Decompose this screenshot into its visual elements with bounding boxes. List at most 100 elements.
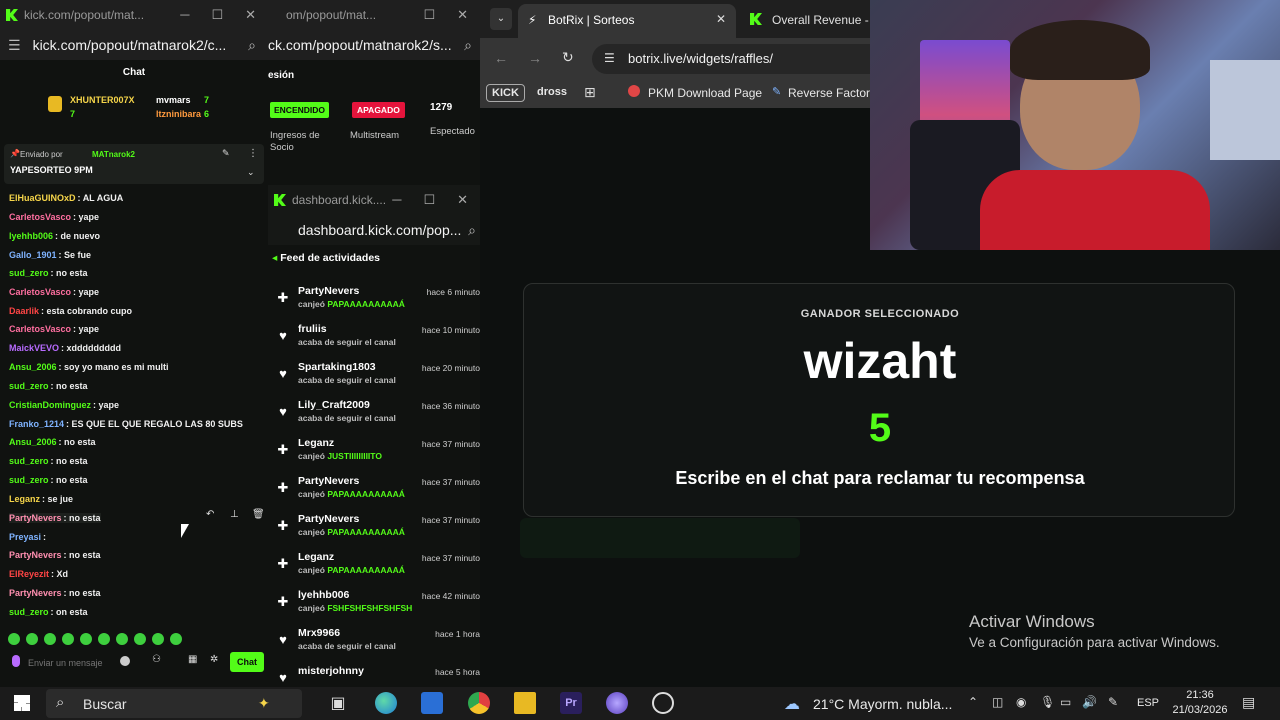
- feed-item[interactable]: ♥ fruliis acaba de seguir el canal hace 10…: [272, 321, 480, 359]
- start-windows-icon[interactable]: [14, 695, 30, 711]
- chat-message[interactable]: ElHuaGUINOxD: AL AGUA: [9, 193, 123, 203]
- feed-item[interactable]: ✚ lyehhb006 canjeó FSHFSHFSHFSHFSH hace 42 …: [272, 587, 480, 625]
- bookmark-dross[interactable]: dross: [537, 86, 567, 98]
- chat-message[interactable]: sud_zero: no esta: [9, 268, 88, 278]
- store-icon[interactable]: [421, 692, 443, 714]
- users-icon[interactable]: ⚇: [152, 654, 161, 665]
- apps-grid-icon[interactable]: ⊞: [584, 84, 596, 101]
- emote-icon[interactable]: [80, 633, 92, 645]
- chat-message[interactable]: Gallo_1901: Se fue: [9, 250, 91, 260]
- zoom-icon[interactable]: ⌕: [464, 37, 472, 54]
- emote-icon[interactable]: [44, 633, 56, 645]
- chat-username[interactable]: Ansu_2006: [9, 362, 57, 372]
- feed-window-titlebar[interactable]: dashboard.kick.... ─ ☐ ✕: [268, 185, 480, 215]
- chevron-down-icon[interactable]: ⌄: [247, 167, 255, 178]
- chrome-browser-icon[interactable]: [468, 692, 490, 714]
- chat-username[interactable]: CarletosVasco: [9, 324, 71, 334]
- microphone-icon[interactable]: [12, 655, 20, 667]
- chevron-left-icon[interactable]: ◂: [272, 252, 280, 264]
- chat-username[interactable]: Ansu_2006: [9, 437, 57, 447]
- tab-botrix[interactable]: ⚡ BotRix | Sorteos ✕: [518, 4, 736, 38]
- emote-icon[interactable]: [26, 633, 38, 645]
- status-on-toggle[interactable]: ENCENDIDO: [270, 102, 330, 118]
- close-icon[interactable]: ✕: [457, 192, 468, 208]
- chat-username[interactable]: PartyNevers: [9, 513, 62, 523]
- chat-username[interactable]: CarletosVasco: [9, 287, 71, 297]
- feed-item[interactable]: ♥ Spartaking1803 acaba de seguir el canal …: [272, 359, 480, 397]
- dashboard-window-url[interactable]: ck.com/popout/matnarok2/s...: [268, 37, 452, 53]
- emote-icon[interactable]: [8, 633, 20, 645]
- emoji-icon[interactable]: [120, 656, 130, 666]
- task-view-icon[interactable]: ▣: [327, 692, 349, 714]
- maximize-icon[interactable]: ☐: [423, 192, 435, 208]
- feed-username[interactable]: fruliis: [298, 323, 327, 335]
- chat-message[interactable]: Franko_1214: ES QUE EL QUE REGALO LAS 80…: [9, 419, 243, 429]
- chat-message[interactable]: CarletosVasco: yape: [9, 287, 99, 297]
- feed-item[interactable]: ✚ PartyNevers canjeó PAPAAAAAAAAAÁ hace 37 …: [272, 511, 480, 549]
- feed-window-url[interactable]: dashboard.kick.com/pop...: [298, 222, 461, 238]
- chat-message[interactable]: MaickVEVO: xddddddddd: [9, 343, 121, 353]
- zoom-icon[interactable]: ⌕: [248, 37, 256, 54]
- feed-username[interactable]: misterjohnny: [298, 665, 364, 677]
- chat-username[interactable]: Gallo_1901: [9, 250, 57, 260]
- unpin-icon[interactable]: ✎: [222, 148, 230, 159]
- chat-username[interactable]: Preyasi: [9, 532, 41, 542]
- chat-window-url[interactable]: kick.com/popout/matnarok2/c...: [33, 37, 227, 53]
- send-chat-button[interactable]: Chat: [230, 652, 264, 672]
- tray-overflow-icon[interactable]: ⌃: [968, 695, 978, 709]
- feed-username[interactable]: Lily_Craft2009: [298, 399, 370, 411]
- zoom-icon[interactable]: ⌕: [468, 222, 476, 239]
- chat-message[interactable]: PartyNevers: no esta: [9, 513, 101, 523]
- emote-icon[interactable]: [98, 633, 110, 645]
- reply-icon[interactable]: ↶: [206, 509, 214, 520]
- chat-username[interactable]: lyehhb006: [9, 231, 53, 241]
- chat-message[interactable]: ElReyezit: Xd: [9, 569, 68, 579]
- tab-overall-revenue[interactable]: Overall Revenue - K: [746, 4, 886, 38]
- tray-app-icon[interactable]: ◫: [992, 695, 1003, 709]
- feed-username[interactable]: Mrx9966: [298, 627, 340, 639]
- pin-message-icon[interactable]: ⊥: [230, 509, 239, 520]
- site-settings-icon[interactable]: ☰: [8, 37, 21, 54]
- feed-item[interactable]: ✚ PartyNevers canjeó PAPAAAAAAAAAÁ hace 37 …: [272, 473, 480, 511]
- chat-message[interactable]: PartyNevers: no esta: [9, 588, 101, 598]
- chat-message[interactable]: sud_zero: on esta: [9, 607, 88, 617]
- close-icon[interactable]: ✕: [245, 7, 256, 23]
- tray-volume-icon[interactable]: 🔊: [1082, 695, 1097, 709]
- emote-icon[interactable]: [116, 633, 128, 645]
- tray-mic-icon[interactable]: 🎙: [1040, 695, 1055, 709]
- chat-username[interactable]: CarletosVasco: [9, 212, 71, 222]
- maximize-icon[interactable]: ☐: [211, 7, 223, 23]
- feed-username[interactable]: Leganz: [298, 437, 334, 449]
- chat-username[interactable]: ElHuaGUINOxD: [9, 193, 76, 203]
- chat-message[interactable]: CarletosVasco: yape: [9, 212, 99, 222]
- feed-username[interactable]: PartyNevers: [298, 285, 359, 297]
- emote-icon[interactable]: [152, 633, 164, 645]
- chat-username[interactable]: ElReyezit: [9, 569, 49, 579]
- reload-icon[interactable]: ↻: [562, 49, 574, 66]
- feed-username[interactable]: PartyNevers: [298, 475, 359, 487]
- chat-message[interactable]: Leganz: se jue: [9, 494, 73, 504]
- chat-message[interactable]: sud_zero: no esta: [9, 475, 88, 485]
- chat-message[interactable]: Ansu_2006: no esta: [9, 437, 96, 447]
- taskbar-clock[interactable]: 21:36 21/03/2026: [1172, 688, 1228, 718]
- maximize-icon[interactable]: ☐: [423, 7, 435, 23]
- edge-browser-icon[interactable]: [375, 692, 397, 714]
- chat-message[interactable]: CarletosVasco: yape: [9, 324, 99, 334]
- language-indicator[interactable]: ESP: [1137, 697, 1159, 709]
- file-explorer-icon[interactable]: [514, 692, 536, 714]
- more-options-icon[interactable]: ⋮: [248, 148, 258, 159]
- tray-camera-icon[interactable]: ◉: [1016, 695, 1026, 709]
- chat-message[interactable]: Ansu_2006: soy yo mano es mi multi: [9, 362, 169, 372]
- store-icon[interactable]: ▦: [188, 654, 197, 665]
- feed-item[interactable]: ✚ Leganz canjeó PAPAAAAAAAAAÁ hace 37 minut…: [272, 549, 480, 587]
- bookmark-reverse[interactable]: Reverse Factorin: [788, 86, 879, 100]
- feed-item[interactable]: ♥ Mrx9966 acaba de seguir el canal hace 1 …: [272, 625, 480, 663]
- feed-item[interactable]: ♥ Lily_Craft2009 acaba de seguir el canal …: [272, 397, 480, 435]
- minimize-icon[interactable]: ─: [392, 192, 401, 208]
- feed-username[interactable]: Leganz: [298, 551, 334, 563]
- chat-username[interactable]: Leganz: [9, 494, 40, 504]
- pinned-message[interactable]: 📌 Enviado por MATnarok2 YAPESORTEO 9PM ✎…: [4, 144, 264, 184]
- weather-text[interactable]: 21°C Mayorm. nubla...: [813, 696, 952, 712]
- chat-username[interactable]: sud_zero: [9, 268, 49, 278]
- feed-username[interactable]: PartyNevers: [298, 513, 359, 525]
